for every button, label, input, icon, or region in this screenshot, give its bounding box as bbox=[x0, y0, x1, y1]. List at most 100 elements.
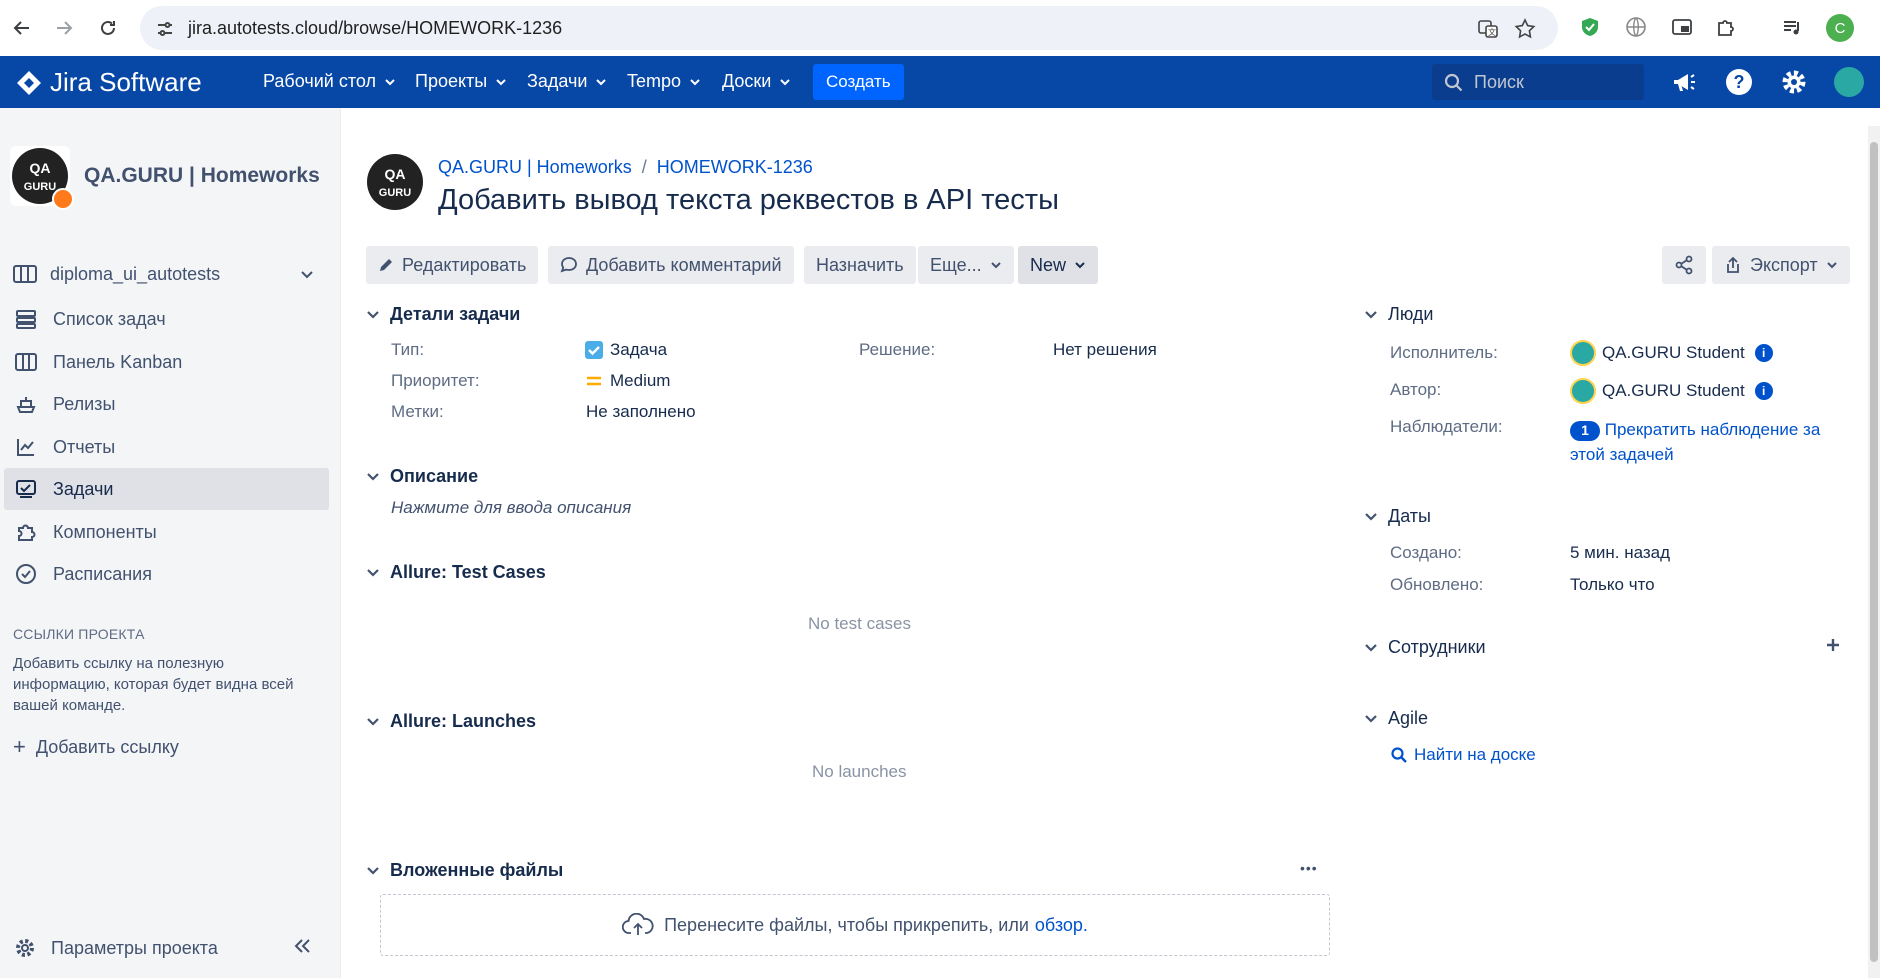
shield-extension-icon[interactable] bbox=[1576, 13, 1604, 41]
nav-projects[interactable]: Проекты bbox=[415, 71, 507, 92]
chevron-down-icon bbox=[367, 472, 379, 481]
edit-button[interactable]: Редактировать bbox=[366, 246, 539, 284]
issue-view: QA GURU QA.GURU | Homeworks / HOMEWORK-12… bbox=[342, 108, 1872, 978]
allure-test-cases-toggle[interactable]: Allure: Test Cases bbox=[366, 562, 546, 583]
address-bar[interactable]: jira.autotests.cloud/browse/HOMEWORK-123… bbox=[140, 6, 1558, 50]
page-scrollbar[interactable] bbox=[1868, 126, 1880, 978]
qa-guru-logo-icon: QA GURU bbox=[367, 154, 423, 210]
watchers-label: Наблюдатели: bbox=[1390, 417, 1503, 436]
nav-tempo[interactable]: Tempo bbox=[627, 71, 701, 92]
labels-value[interactable]: Не заполнено bbox=[586, 402, 696, 422]
add-comment-label: Добавить комментарий bbox=[586, 254, 782, 275]
type-text: Задача bbox=[610, 340, 668, 359]
sidebar-item-releases[interactable]: Релизы bbox=[4, 383, 329, 425]
attachments-more-button[interactable]: ••• bbox=[1300, 860, 1318, 876]
bookmark-star-icon[interactable] bbox=[1512, 16, 1538, 42]
board-selector[interactable]: diploma_ui_autotests bbox=[12, 256, 324, 292]
breadcrumb-issue-link[interactable]: HOMEWORK-1236 bbox=[657, 157, 813, 178]
chevron-down-icon bbox=[1365, 714, 1377, 723]
export-button[interactable]: Экспорт bbox=[1712, 246, 1850, 284]
announcements-button[interactable] bbox=[1668, 66, 1700, 98]
search-input[interactable]: Поиск bbox=[1432, 64, 1644, 100]
forward-button[interactable] bbox=[46, 10, 82, 46]
staff-section-toggle[interactable]: Сотрудники bbox=[1364, 637, 1486, 658]
project-settings-link[interactable]: Параметры проекта bbox=[13, 936, 218, 960]
issue-title[interactable]: Добавить вывод текста реквестов в API те… bbox=[438, 184, 1059, 217]
status-button[interactable]: New bbox=[1018, 246, 1099, 284]
user-avatar bbox=[1570, 340, 1596, 366]
updated-label: Обновлено: bbox=[1390, 575, 1484, 594]
project-avatar: QA GURU bbox=[10, 146, 74, 210]
board-icon bbox=[13, 349, 39, 375]
export-label: Экспорт bbox=[1750, 254, 1818, 275]
assign-button[interactable]: Назначить bbox=[804, 246, 916, 284]
type-value: Задача bbox=[584, 340, 667, 360]
picture-in-picture-icon[interactable] bbox=[1668, 13, 1696, 41]
agile-section-toggle[interactable]: Agile bbox=[1364, 708, 1428, 729]
more-actions-button[interactable]: Еще... bbox=[918, 246, 1014, 284]
description-placeholder[interactable]: Нажмите для ввода описания bbox=[391, 498, 631, 518]
share-button[interactable] bbox=[1662, 246, 1706, 284]
breadcrumb-project-link[interactable]: QA.GURU | Homeworks bbox=[438, 157, 632, 178]
stop-watching-link[interactable]: 1 Прекратить наблюдение за этой задачей bbox=[1570, 417, 1840, 467]
backlog-icon bbox=[13, 306, 39, 332]
sidebar-item-issues[interactable]: Задачи bbox=[4, 468, 329, 510]
people-section-toggle[interactable]: Люди bbox=[1364, 304, 1433, 325]
jira-logo[interactable]: Jira Software bbox=[16, 67, 202, 98]
reporter-value[interactable]: QA.GURU Student i bbox=[1570, 378, 1773, 404]
sidebar-item-reports[interactable]: Отчеты bbox=[4, 426, 329, 468]
collapse-sidebar-button[interactable] bbox=[292, 936, 312, 956]
chevron-down-icon bbox=[367, 568, 379, 577]
project-settings-label: Параметры проекта bbox=[51, 937, 218, 958]
attachments-toggle[interactable]: Вложенные файлы bbox=[366, 860, 563, 881]
upload-icon bbox=[1727, 256, 1739, 273]
double-chevron-left-icon bbox=[294, 939, 310, 953]
info-icon[interactable]: i bbox=[1754, 344, 1773, 362]
priority-label: Приоритет: bbox=[391, 371, 480, 390]
back-button[interactable] bbox=[4, 10, 40, 46]
dates-section-toggle[interactable]: Даты bbox=[1364, 506, 1431, 527]
puzzle-icon bbox=[13, 519, 39, 545]
project-links-title: ССЫЛКИ ПРОЕКТА bbox=[13, 626, 145, 642]
nav-boards[interactable]: Доски bbox=[722, 71, 791, 92]
help-button[interactable]: ? bbox=[1723, 66, 1755, 98]
add-staff-button[interactable] bbox=[1824, 636, 1842, 654]
site-info-icon[interactable] bbox=[152, 16, 178, 42]
attachments-dropzone[interactable]: Перенесите файлы, чтобы прикрепить, или … bbox=[380, 894, 1330, 956]
details-section-toggle[interactable]: Детали задачи bbox=[366, 304, 520, 325]
no-launches-text: No launches bbox=[812, 762, 907, 781]
sidebar-item-schedules[interactable]: Расписания bbox=[4, 553, 329, 595]
people-title: Люди bbox=[1388, 304, 1434, 324]
sidebar-item-components[interactable]: Компоненты bbox=[4, 511, 329, 553]
add-link-button[interactable]: + Добавить ссылку bbox=[13, 736, 179, 758]
nav-issues[interactable]: Задачи bbox=[527, 71, 607, 92]
project-header[interactable]: QA GURU QA.GURU | Homeworks bbox=[10, 146, 320, 210]
svg-text:?: ? bbox=[1734, 72, 1745, 92]
settings-button[interactable] bbox=[1778, 66, 1810, 98]
sidebar-item-kanban[interactable]: Панель Kanban bbox=[4, 341, 329, 383]
create-button[interactable]: Создать bbox=[813, 64, 904, 100]
nav-dashboards[interactable]: Рабочий стол bbox=[263, 71, 396, 92]
share-icon bbox=[1675, 255, 1693, 275]
extensions-puzzle-icon[interactable] bbox=[1712, 13, 1740, 41]
chevron-down-icon bbox=[1365, 310, 1377, 319]
browse-link[interactable]: обзор. bbox=[1035, 915, 1088, 936]
globe-extension-icon[interactable] bbox=[1622, 13, 1650, 41]
allure-launches-toggle[interactable]: Allure: Launches bbox=[366, 711, 536, 732]
chevron-down-icon bbox=[301, 271, 313, 279]
no-test-cases-text: No test cases bbox=[808, 614, 911, 633]
megaphone-icon bbox=[1674, 74, 1695, 91]
info-icon[interactable]: i bbox=[1754, 382, 1773, 400]
profile-avatar[interactable]: C bbox=[1826, 14, 1854, 42]
user-avatar[interactable] bbox=[1834, 67, 1864, 97]
sidebar-item-label: Релизы bbox=[53, 393, 116, 414]
reload-button[interactable] bbox=[90, 10, 126, 46]
gear-icon bbox=[1782, 70, 1806, 94]
find-on-board-link[interactable]: Найти на доске bbox=[1390, 745, 1536, 765]
translate-icon[interactable]: 文 bbox=[1475, 16, 1501, 42]
add-comment-button[interactable]: Добавить комментарий bbox=[548, 246, 794, 284]
description-section-toggle[interactable]: Описание bbox=[366, 466, 478, 487]
assignee-value[interactable]: QA.GURU Student i bbox=[1570, 340, 1773, 366]
sidebar-item-backlog[interactable]: Список задач bbox=[4, 298, 329, 340]
media-queue-icon[interactable] bbox=[1778, 13, 1806, 41]
